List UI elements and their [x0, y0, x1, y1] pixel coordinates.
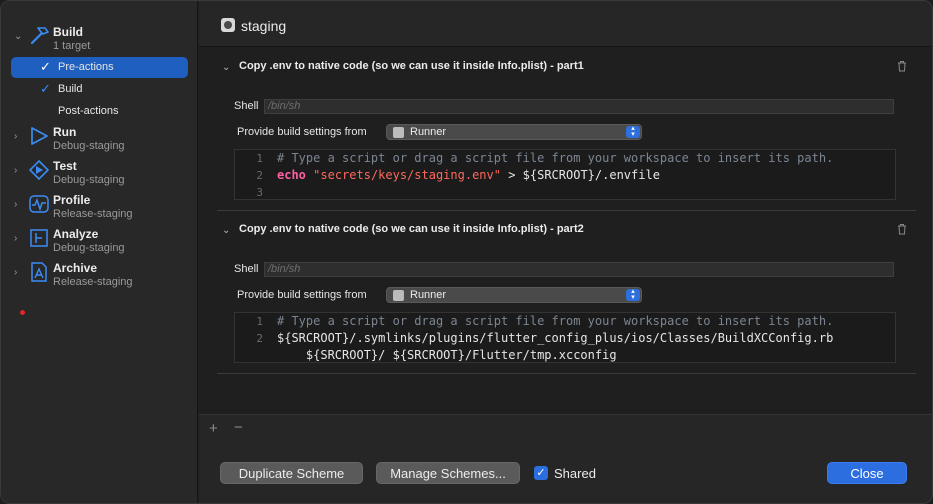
- scheme-icon: [221, 18, 235, 32]
- sidebar-item-subtitle: Debug-staging: [53, 242, 125, 254]
- line-number: 1: [256, 152, 263, 165]
- analyze-icon: [28, 227, 50, 249]
- play-icon: [28, 125, 50, 147]
- shell-label: Shell: [234, 263, 259, 275]
- sidebar-subitem-label: Post-actions: [58, 105, 119, 117]
- code-text: ${SRCROOT}/ ${SRCROOT}/Flutter/tmp.xccon…: [277, 348, 617, 362]
- shell-label: Shell: [234, 100, 259, 112]
- sidebar-item-title: Build: [53, 25, 83, 39]
- header: staging: [199, 1, 932, 47]
- code-text: echo "secrets/keys/staging.env" > ${SRCR…: [277, 168, 660, 182]
- shared-label: Shared: [554, 466, 596, 481]
- phase-title: Copy .env to native code (so we can use …: [239, 223, 584, 235]
- sidebar-item-title: Analyze: [53, 227, 99, 241]
- phase-title: Copy .env to native code (so we can use …: [239, 60, 584, 72]
- sidebar-item-build[interactable]: ⌄ Build 1 target: [1, 25, 198, 57]
- trash-icon[interactable]: [897, 60, 907, 72]
- chevron-down-icon[interactable]: ⌄: [222, 225, 230, 236]
- select-value: Runner: [410, 289, 447, 301]
- checkmark-icon: ✓: [40, 81, 51, 96]
- sidebar-item-subtitle: 1 target: [53, 40, 91, 52]
- sidebar-item-subtitle: Release-staging: [53, 276, 133, 288]
- target-icon: [393, 290, 404, 301]
- footer: Duplicate Scheme Manage Schemes... ✓ Sha…: [199, 442, 932, 503]
- script-editor[interactable]: 1 # Type a script or drag a script file …: [234, 312, 896, 363]
- sidebar-item-title: Profile: [53, 193, 91, 207]
- line-number: 3: [256, 186, 263, 199]
- code-line: 2 ${SRCROOT}/.symlinks/plugins/flutter_c…: [235, 331, 833, 348]
- sidebar-item-title: Archive: [53, 261, 98, 275]
- provide-build-settings-label: Provide build settings from: [237, 289, 367, 301]
- code-text: ${SRCROOT}/.symlinks/plugins/flutter_con…: [277, 331, 834, 345]
- code-string: "secrets/keys/staging.env": [313, 168, 501, 182]
- manage-schemes-button[interactable]: Manage Schemes...: [376, 462, 520, 484]
- scheme-actions-sidebar: ⌄ Build 1 target ✓ Pre-actions ✓ Build P…: [1, 1, 198, 503]
- code-text: # Type a script or drag a script file fr…: [277, 151, 834, 165]
- sidebar-subitem-label: Pre-actions: [58, 61, 114, 73]
- sidebar-item-archive[interactable]: › Archive Release-staging: [1, 261, 198, 293]
- sidebar-subitem-build[interactable]: ✓ Build: [11, 79, 188, 100]
- chevron-right-icon[interactable]: ›: [14, 200, 24, 210]
- add-button[interactable]: +: [209, 420, 218, 437]
- shell-field[interactable]: /bin/sh: [264, 99, 894, 114]
- provide-build-settings-label: Provide build settings from: [237, 126, 367, 138]
- remove-button[interactable]: −: [234, 419, 243, 436]
- sidebar-item-profile[interactable]: › Profile Release-staging: [1, 193, 198, 225]
- sidebar-item-title: Run: [53, 125, 77, 139]
- code-line: ${SRCROOT}/ ${SRCROOT}/Flutter/tmp.xccon…: [235, 348, 617, 365]
- run-script-phase: ⌄ Copy .env to native code (so we can us…: [217, 48, 916, 211]
- code-line: 1 # Type a script or drag a script file …: [235, 151, 833, 168]
- sidebar-item-test[interactable]: › Test Debug-staging: [1, 159, 198, 191]
- main-panel: staging ⌄ Copy .env to native code (so w…: [199, 1, 932, 503]
- chevron-right-icon[interactable]: ›: [14, 268, 24, 278]
- status-dot: [20, 310, 25, 315]
- code-line: 1 # Type a script or drag a script file …: [235, 314, 833, 331]
- build-settings-select[interactable]: Runner ▴ ▾: [386, 287, 642, 303]
- chevron-right-icon[interactable]: ›: [14, 166, 24, 176]
- code-keyword: echo: [277, 168, 306, 182]
- line-number: 2: [256, 332, 263, 345]
- sidebar-item-title: Test: [53, 159, 77, 173]
- hammer-icon: [28, 25, 50, 47]
- page-title: staging: [241, 18, 287, 34]
- pre-actions-list: ⌄ Copy .env to native code (so we can us…: [199, 48, 932, 413]
- chevron-right-icon[interactable]: ›: [14, 234, 24, 244]
- archive-icon: [28, 261, 50, 283]
- sidebar-item-subtitle: Debug-staging: [53, 140, 125, 152]
- trash-icon[interactable]: [897, 223, 907, 235]
- code-line: 2 echo "secrets/keys/staging.env" > ${SR…: [235, 168, 660, 185]
- sidebar-item-analyze[interactable]: › Analyze Debug-staging: [1, 227, 198, 259]
- sidebar-item-subtitle: Release-staging: [53, 208, 133, 220]
- scheme-editor-window: ⌄ Build 1 target ✓ Pre-actions ✓ Build P…: [0, 0, 933, 504]
- code-rest: > ${SRCROOT}/.envfile: [500, 168, 660, 182]
- waveform-icon: [28, 193, 50, 215]
- line-number: 2: [256, 169, 263, 182]
- script-editor[interactable]: 1 # Type a script or drag a script file …: [234, 149, 896, 200]
- sidebar-item-subtitle: Debug-staging: [53, 174, 125, 186]
- chevron-right-icon[interactable]: ›: [14, 132, 24, 142]
- shared-checkbox[interactable]: ✓: [534, 466, 548, 480]
- build-settings-select[interactable]: Runner ▴ ▾: [386, 124, 642, 140]
- duplicate-scheme-button[interactable]: Duplicate Scheme: [220, 462, 363, 484]
- sidebar-item-run[interactable]: › Run Debug-staging: [1, 125, 198, 157]
- close-button[interactable]: Close: [827, 462, 907, 484]
- chevron-updown-icon: ▴ ▾: [626, 288, 640, 301]
- test-diamond-icon: [28, 159, 50, 181]
- sidebar-subitem-post-actions[interactable]: Post-actions: [11, 101, 188, 122]
- sidebar-subitem-pre-actions[interactable]: ✓ Pre-actions: [11, 57, 188, 78]
- add-remove-bar: + −: [199, 414, 932, 442]
- select-value: Runner: [410, 126, 447, 138]
- chevron-updown-icon: ▴ ▾: [626, 125, 640, 138]
- chevron-down-icon[interactable]: ⌄: [222, 62, 230, 73]
- run-script-phase: ⌄ Copy .env to native code (so we can us…: [217, 211, 916, 374]
- code-text: # Type a script or drag a script file fr…: [277, 314, 834, 328]
- checkmark-icon: ✓: [40, 59, 51, 74]
- shell-field[interactable]: /bin/sh: [264, 262, 894, 277]
- target-icon: [393, 127, 404, 138]
- line-number: 1: [256, 315, 263, 328]
- chevron-down-icon[interactable]: ⌄: [14, 32, 24, 42]
- sidebar-subitem-label: Build: [58, 83, 83, 95]
- code-line: 3: [235, 185, 322, 202]
